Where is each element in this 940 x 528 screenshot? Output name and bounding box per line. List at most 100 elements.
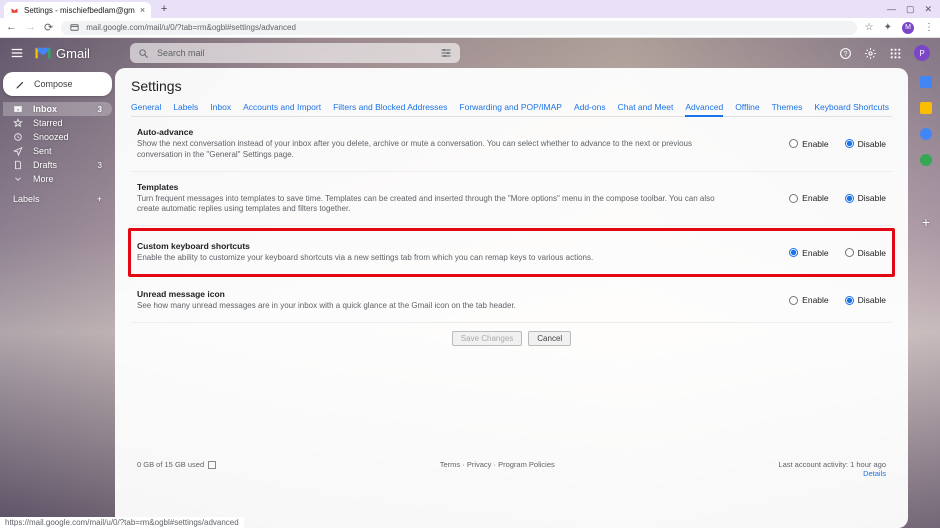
- disable-option[interactable]: Disable: [845, 295, 886, 305]
- settings-gear-icon[interactable]: [864, 47, 877, 60]
- add-label-button[interactable]: +: [97, 194, 102, 204]
- gmail-favicon-icon: [10, 6, 19, 15]
- sidebar-item-drafts[interactable]: Drafts 3: [3, 158, 112, 172]
- setting-options: Enable Disable: [756, 289, 886, 312]
- compose-button[interactable]: Compose: [3, 72, 112, 96]
- cancel-button[interactable]: Cancel: [528, 331, 571, 346]
- enable-option[interactable]: Enable: [789, 248, 828, 258]
- sidebar-item-label: More: [33, 174, 54, 184]
- gmail-brand-text: Gmail: [56, 46, 90, 61]
- disable-option[interactable]: Disable: [845, 248, 886, 258]
- setting-description: Turn frequent messages into templates to…: [137, 194, 736, 216]
- enable-option[interactable]: Enable: [789, 139, 828, 149]
- settings-tabs: General Labels Inbox Accounts and Import Fil…: [131, 102, 892, 117]
- bookmark-star-icon[interactable]: ☆: [865, 22, 874, 33]
- settings-tab-accounts-and-import[interactable]: Accounts and Import: [243, 102, 321, 112]
- clock-icon: [13, 132, 23, 142]
- labels-title: Labels: [13, 194, 40, 204]
- sidebar-item-snoozed[interactable]: Snoozed: [3, 130, 112, 144]
- sidebar-item-label: Sent: [33, 146, 52, 156]
- setting-row: Templates Turn frequent messages into tem…: [131, 172, 892, 227]
- search-box[interactable]: Search mail: [130, 43, 460, 63]
- settings-tab-inbox[interactable]: Inbox: [210, 102, 231, 112]
- browser-profile-avatar[interactable]: M: [902, 22, 914, 34]
- disable-radio[interactable]: [845, 139, 854, 148]
- sidebar-item-label: Inbox: [33, 104, 57, 114]
- settings-tab-filters-and-blocked-addresses[interactable]: Filters and Blocked Addresses: [333, 102, 447, 112]
- main-menu-icon[interactable]: [10, 46, 24, 60]
- browser-status-bar: https://mail.google.com/mail/u/0/?tab=rm…: [0, 517, 244, 528]
- settings-tab-forwarding-and-pop-imap[interactable]: Forwarding and POP/IMAP: [459, 102, 562, 112]
- window-minimize-icon[interactable]: —: [887, 4, 896, 14]
- disable-radio[interactable]: [845, 194, 854, 203]
- setting-options: Enable Disable: [756, 182, 886, 216]
- nav-reload-icon[interactable]: ⟳: [44, 21, 53, 34]
- address-bar[interactable]: mail.google.com/mail/u/0/?tab=rm&ogbl#se…: [61, 21, 856, 35]
- side-panel: +: [912, 68, 940, 528]
- tab-close-icon[interactable]: ×: [140, 5, 145, 15]
- sidebar-item-inbox[interactable]: Inbox 3: [3, 102, 112, 116]
- pencil-icon: [15, 79, 26, 90]
- keep-icon[interactable]: [920, 102, 932, 114]
- browser-menu-icon[interactable]: ⋮: [924, 22, 934, 33]
- inbox-icon: [13, 104, 23, 114]
- settings-tab-themes[interactable]: Themes: [772, 102, 803, 112]
- settings-tab-advanced[interactable]: Advanced: [685, 102, 723, 117]
- window-controls: — ▢ ✕: [887, 4, 940, 15]
- site-info-icon[interactable]: [69, 22, 80, 33]
- window-close-icon[interactable]: ✕: [924, 4, 932, 15]
- setting-description: Show the next conversation instead of yo…: [137, 139, 736, 161]
- sidebar: Compose Inbox 3 Starred Snoozed Sent: [0, 68, 115, 528]
- settings-tab-add-ons[interactable]: Add-ons: [574, 102, 606, 112]
- sidebar-item-starred[interactable]: Starred: [3, 116, 112, 130]
- new-tab-button[interactable]: +: [157, 2, 171, 16]
- browser-tab[interactable]: Settings - mischiefbedlam@gm ×: [4, 2, 151, 18]
- contacts-icon[interactable]: [920, 154, 932, 166]
- footer-links[interactable]: Terms · Privacy · Program Policies: [216, 460, 778, 478]
- enable-option[interactable]: Enable: [789, 295, 828, 305]
- gmail-app: Gmail Search mail ? P Compose Inbox 3: [0, 38, 940, 528]
- tasks-icon[interactable]: [920, 128, 932, 140]
- disable-radio[interactable]: [845, 296, 854, 305]
- enable-radio[interactable]: [789, 194, 798, 203]
- enable-radio[interactable]: [789, 296, 798, 305]
- tab-title: Settings - mischiefbedlam@gm: [24, 6, 135, 15]
- settings-tab-chat-and-meet[interactable]: Chat and Meet: [618, 102, 674, 112]
- send-icon: [13, 146, 23, 156]
- details-link[interactable]: Details: [778, 469, 886, 478]
- calendar-icon[interactable]: [920, 76, 932, 88]
- labels-header: Labels +: [3, 186, 112, 206]
- extensions-icon[interactable]: ✦: [884, 22, 892, 33]
- browser-tabstrip: Settings - mischiefbedlam@gm × + — ▢ ✕: [0, 0, 940, 18]
- account-avatar[interactable]: P: [914, 45, 930, 61]
- enable-option[interactable]: Enable: [789, 193, 828, 203]
- search-options-icon[interactable]: [440, 47, 452, 59]
- enable-radio[interactable]: [789, 139, 798, 148]
- settings-tab-general[interactable]: General: [131, 102, 161, 112]
- get-addons-button[interactable]: +: [922, 214, 930, 230]
- setting-title: Templates: [137, 182, 736, 192]
- apps-grid-icon[interactable]: [889, 47, 902, 60]
- last-activity: Last account activity: 1 hour ago: [778, 460, 886, 469]
- search-placeholder: Search mail: [157, 48, 205, 58]
- svg-text:?: ?: [844, 51, 848, 58]
- settings-panel: Settings GeneralLabelsInboxAccounts and …: [115, 68, 908, 528]
- settings-tab-keyboard-shortcuts[interactable]: Keyboard Shortcuts: [814, 102, 889, 112]
- save-changes-button[interactable]: Save Changes: [452, 331, 522, 346]
- gmail-logo[interactable]: Gmail: [34, 46, 90, 61]
- setting-options: Enable Disable: [756, 127, 886, 161]
- support-icon[interactable]: ?: [839, 47, 852, 60]
- nav-back-icon[interactable]: ←: [6, 21, 17, 34]
- sidebar-item-more[interactable]: More: [3, 172, 112, 186]
- disable-option[interactable]: Disable: [845, 193, 886, 203]
- nav-forward-icon[interactable]: →: [25, 21, 36, 34]
- setting-description: See how many unread messages are in your…: [137, 301, 736, 312]
- sidebar-item-sent[interactable]: Sent: [3, 144, 112, 158]
- disable-radio[interactable]: [845, 248, 854, 257]
- storage-usage[interactable]: 0 GB of 15 GB used: [137, 460, 216, 478]
- disable-option[interactable]: Disable: [845, 139, 886, 149]
- settings-tab-offline[interactable]: Offline: [735, 102, 759, 112]
- enable-radio[interactable]: [789, 248, 798, 257]
- settings-tab-labels[interactable]: Labels: [173, 102, 198, 112]
- window-maximize-icon[interactable]: ▢: [906, 4, 915, 15]
